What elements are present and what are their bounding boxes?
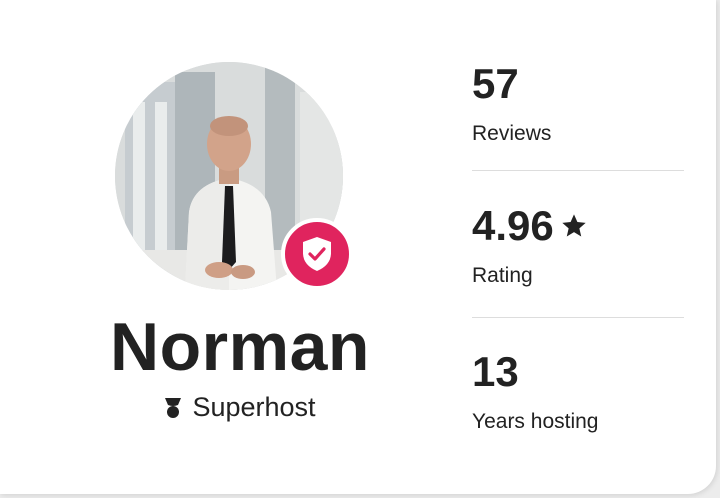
superhost-ribbon-icon [165, 397, 182, 418]
stat-label: Rating [472, 264, 533, 287]
stat-value: 57 [472, 60, 684, 108]
host-stats: 57 Reviews 4.96 Rating 13 Years hosting [472, 0, 684, 494]
years-hosting-count: 13 [472, 348, 519, 395]
stat-years-hosting: 13 Years hosting [472, 348, 684, 434]
verified-badge [281, 218, 353, 290]
host-profile-card: Norman Superhost 57 Reviews 4.96 Rating … [0, 0, 716, 494]
reviews-count: 57 [472, 60, 519, 107]
host-identity: Norman Superhost [60, 0, 420, 494]
stat-label: Reviews [472, 122, 552, 145]
stat-reviews[interactable]: 57 Reviews [472, 60, 684, 146]
stat-value: 4.96 [472, 202, 684, 250]
avatar-container [115, 62, 353, 290]
divider [472, 170, 684, 171]
star-icon [562, 214, 586, 237]
stat-label: Years hosting [472, 410, 599, 433]
verified-shield-icon [303, 237, 331, 271]
superhost-label: Superhost [192, 392, 316, 422]
host-name: Norman [110, 309, 370, 385]
rating-value: 4.96 [472, 202, 554, 249]
stat-rating: 4.96 Rating [472, 202, 684, 288]
superhost-badge: Superhost [60, 392, 420, 423]
divider [472, 317, 684, 318]
stat-value: 13 [472, 348, 684, 396]
